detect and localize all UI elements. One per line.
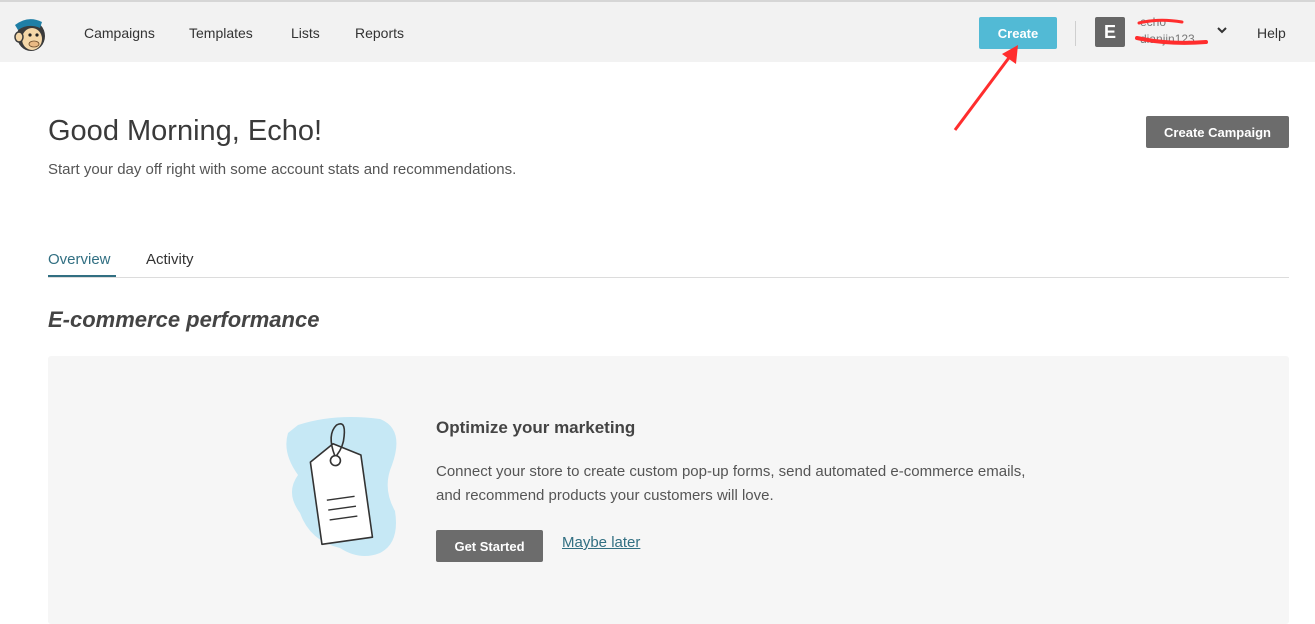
nav-link-lists[interactable]: Lists bbox=[291, 25, 320, 41]
nav-link-campaigns[interactable]: Campaigns bbox=[84, 25, 155, 41]
help-link[interactable]: Help bbox=[1257, 25, 1286, 41]
get-started-button[interactable]: Get Started bbox=[436, 530, 543, 562]
nav-link-reports[interactable]: Reports bbox=[355, 25, 404, 41]
page-subtitle: Start your day off right with some accou… bbox=[48, 161, 517, 178]
chevron-down-icon[interactable] bbox=[1216, 24, 1228, 36]
page-title: Good Morning, Echo! bbox=[48, 115, 323, 147]
section-title: E-commerce performance bbox=[48, 307, 320, 332]
card-body-text: Connect your store to create custom pop-… bbox=[436, 463, 1026, 504]
nav-link-templates[interactable]: Templates bbox=[189, 25, 253, 41]
redaction-scribble bbox=[1135, 18, 1208, 45]
mailchimp-logo-icon[interactable] bbox=[10, 13, 50, 53]
annotation-arrow bbox=[953, 45, 1018, 131]
page: Campaigns Templates Lists Reports Create… bbox=[0, 0, 1315, 624]
top-navigation-bar: Campaigns Templates Lists Reports Create… bbox=[0, 0, 1315, 62]
tabs-divider bbox=[48, 277, 1289, 278]
card-heading: Optimize your marketing bbox=[436, 418, 636, 437]
tab-overview[interactable]: Overview bbox=[48, 251, 111, 268]
create-campaign-button[interactable]: Create Campaign bbox=[1146, 116, 1289, 148]
nav-divider bbox=[1075, 21, 1076, 46]
maybe-later-link[interactable]: Maybe later bbox=[562, 534, 640, 551]
price-tag-icon bbox=[286, 417, 397, 557]
tab-activity[interactable]: Activity bbox=[146, 251, 194, 268]
account-avatar[interactable]: E bbox=[1095, 17, 1125, 47]
